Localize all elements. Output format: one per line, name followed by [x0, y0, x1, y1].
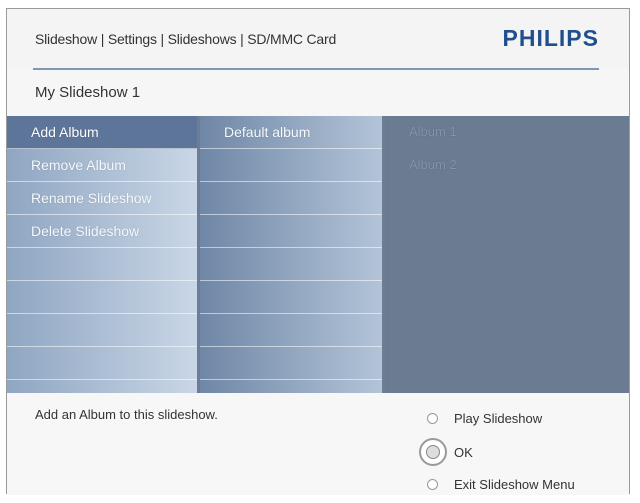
help-text: Add an Album to this slideshow. [35, 407, 218, 422]
option-ok[interactable]: OK [419, 438, 473, 466]
ok-radio-icon [419, 438, 447, 466]
menu-item-label: Rename Slideshow [31, 190, 152, 206]
radio-icon [427, 479, 438, 490]
empty-row [7, 314, 197, 347]
menu-item-add-album[interactable]: Add Album [7, 116, 197, 149]
header: Slideshow | Settings | Slideshows | SD/M… [7, 9, 629, 69]
slideshow-settings-window: Slideshow | Settings | Slideshows | SD/M… [6, 8, 630, 495]
option-label: Play Slideshow [454, 411, 543, 426]
menu-panes: Add Album Remove Album Rename Slideshow … [7, 116, 629, 393]
option-label: Exit Slideshow Menu [454, 477, 575, 492]
empty-row [200, 149, 382, 182]
menu-item-delete-slideshow[interactable]: Delete Slideshow [7, 215, 197, 248]
empty-row [200, 314, 382, 347]
empty-row [7, 281, 197, 314]
footer: Add an Album to this slideshow. Play Sli… [7, 393, 629, 495]
empty-row [200, 347, 382, 380]
menu-item-remove-album[interactable]: Remove Album [7, 149, 197, 182]
menu-item-label: Add Album [31, 124, 99, 140]
option-play-slideshow[interactable]: Play Slideshow [427, 411, 542, 426]
menu-item-label: Delete Slideshow [31, 223, 140, 239]
album-item-label: Album 2 [409, 157, 457, 172]
empty-row [200, 248, 382, 281]
empty-row [7, 347, 197, 380]
slideshow-name: My Slideshow 1 [35, 84, 141, 101]
breadcrumb: Slideshow | Settings | Slideshows | SD/M… [35, 31, 337, 47]
album-column: Default album [200, 116, 382, 393]
album-item-1[interactable]: Album 1 [385, 116, 629, 149]
album-item-label: Album 1 [409, 124, 457, 139]
album-item-default[interactable]: Default album [200, 116, 382, 149]
subtitle-bar: My Slideshow 1 [7, 70, 629, 116]
brand-logo: PHILIPS [502, 25, 599, 51]
empty-row [200, 281, 382, 314]
radio-icon [427, 413, 438, 424]
album-preview-column: Album 1 Album 2 [385, 116, 629, 393]
menu-item-rename-slideshow[interactable]: Rename Slideshow [7, 182, 197, 215]
empty-row [200, 182, 382, 215]
menu-item-label: Remove Album [31, 157, 126, 173]
option-label: OK [454, 444, 473, 460]
option-exit-slideshow-menu[interactable]: Exit Slideshow Menu [427, 477, 575, 492]
album-item-label: Default album [224, 124, 311, 140]
empty-row [7, 248, 197, 281]
actions-column: Add Album Remove Album Rename Slideshow … [7, 116, 197, 393]
album-item-2[interactable]: Album 2 [385, 149, 629, 182]
empty-row [200, 215, 382, 248]
